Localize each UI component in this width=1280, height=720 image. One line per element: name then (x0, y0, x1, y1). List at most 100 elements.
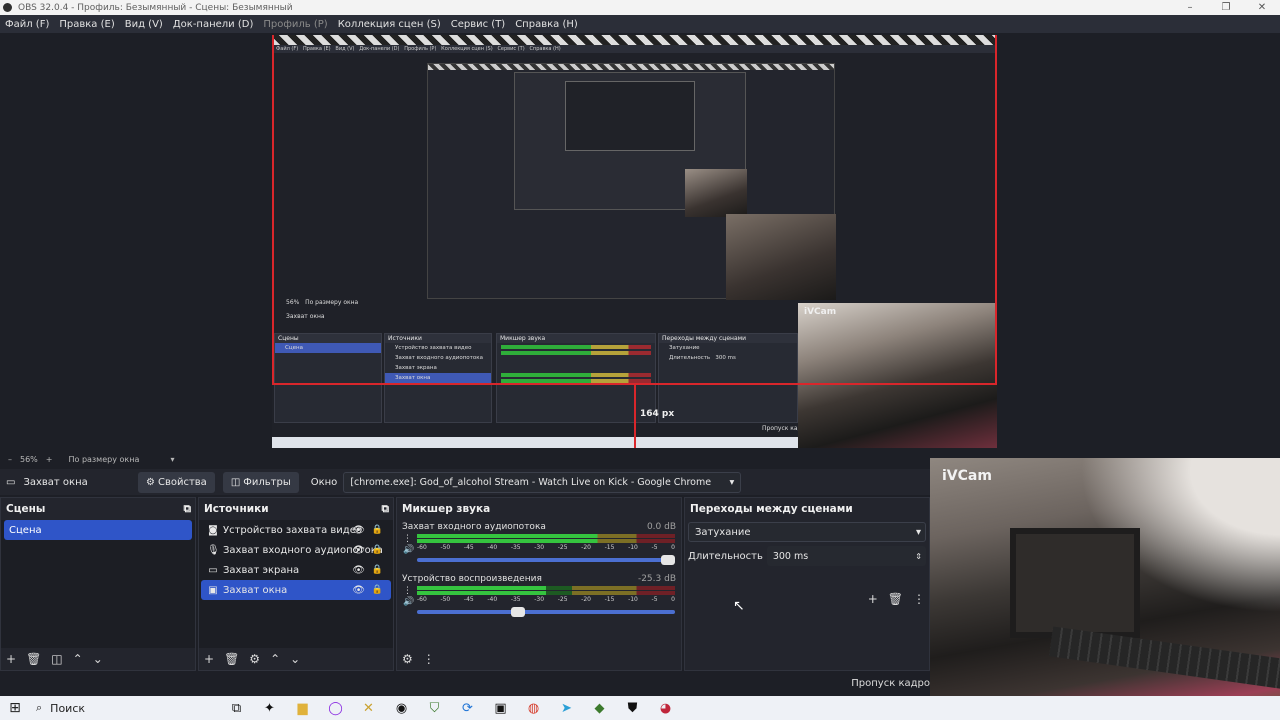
maximize-button[interactable]: ❐ (1208, 0, 1244, 15)
eye-icon[interactable]: 👁 (352, 525, 365, 536)
menu-file[interactable]: Файл (F) (5, 19, 49, 30)
zoom-fit-select[interactable]: По размеру окна ▾ (60, 455, 178, 464)
lock-icon[interactable]: 🔒 (372, 565, 383, 575)
speaker-icon[interactable]: 🔊 (403, 597, 414, 607)
app-icon[interactable]: ⛉ (418, 701, 451, 716)
menu-view[interactable]: Вид (V) (125, 19, 163, 30)
scene-filters-button[interactable]: ◫ (51, 652, 62, 666)
menu-docks[interactable]: Док-панели (D) (173, 19, 254, 30)
window-icon: ▣ (208, 584, 218, 596)
dock-float-icon[interactable]: ⧉ (184, 503, 192, 516)
captured-transitions-dock: Переходы между сценами Затухание Длитель… (658, 333, 798, 423)
captured-scenes-dock: Сцены Сцена (274, 333, 382, 423)
meter-tick-label: -15 (604, 544, 615, 551)
duration-spinbox[interactable]: 300 ms ⇕ (766, 546, 926, 566)
window-select[interactable]: [chrome.exe]: God_of_alcohol Stream - Wa… (343, 471, 742, 493)
kebab-menu-icon[interactable]: ⋮ (403, 534, 412, 544)
telegram-icon[interactable]: ➤ (550, 701, 583, 716)
mouse-cursor-icon: ↖ (733, 598, 745, 614)
webcam-label: iVCam (942, 468, 992, 484)
scenes-dock: Сцены ⧉ Сцена + 🗑 ◫ ⌃ ⌄ (0, 497, 196, 671)
window-title: OBS 32.0.4 - Профиль: Безымянный - Сцены… (18, 2, 293, 13)
eye-icon[interactable]: 👁 (352, 585, 365, 596)
lock-icon[interactable]: 🔒 (372, 585, 383, 595)
windows-start-icon[interactable]: ⊞ (0, 700, 30, 716)
meter-bar (417, 539, 675, 543)
widget-icon[interactable]: ✦ (253, 701, 286, 716)
taskbar-search[interactable]: ⌕ Поиск (30, 701, 220, 715)
lock-icon[interactable]: 🔒 (372, 525, 383, 535)
spin-arrows-icon[interactable]: ⇕ (915, 552, 922, 561)
preview-canvas[interactable]: Файл (F) Правка (E) Вид (V) Док-панели (… (272, 35, 997, 448)
file-explorer-icon[interactable]: ▆ (286, 701, 319, 716)
preview-area[interactable]: Файл (F) Правка (E) Вид (V) Док-панели (… (0, 33, 1280, 451)
app-icon[interactable]: ✕ (352, 701, 385, 716)
sources-dock: Источники ⧉ ◙ Устройство захвата видео 👁… (198, 497, 394, 671)
add-scene-button[interactable]: + (6, 652, 16, 666)
app-icon[interactable]: ◕ (649, 701, 682, 716)
kebab-menu-icon[interactable]: ⋮ (913, 592, 925, 606)
menu-edit[interactable]: Правка (E) (59, 19, 114, 30)
menu-tools[interactable]: Сервис (T) (451, 19, 505, 30)
app-icon[interactable]: ◆ (583, 701, 616, 716)
transition-select[interactable]: Затухание ▾ (688, 522, 926, 542)
selection-right-edge (995, 35, 997, 385)
app-icon[interactable]: ◯ (319, 701, 352, 716)
filters-button[interactable]: ◫ Фильтры (222, 471, 299, 493)
eye-icon[interactable]: 👁 (352, 565, 365, 576)
minimize-button[interactable]: – (1172, 0, 1208, 15)
kebab-menu-icon[interactable]: ⋮ (423, 652, 435, 666)
advanced-audio-icon[interactable]: ⚙ (402, 652, 413, 666)
fader-knob[interactable] (511, 607, 526, 617)
chevron-down-icon: ▾ (170, 455, 175, 464)
window-icon: ▭ (6, 476, 16, 488)
speaker-icon[interactable]: 🔊 (403, 545, 414, 555)
zoom-out-button[interactable]: – (8, 455, 12, 464)
menu-help[interactable]: Справка (H) (515, 19, 578, 30)
remove-source-button[interactable]: 🗑 (224, 652, 239, 666)
source-properties-button[interactable]: ⚙ (249, 652, 260, 666)
meter-tick-label: -45 (463, 596, 474, 603)
source-item-screen-capture[interactable]: ▭ Захват экрана 👁 🔒 (201, 560, 391, 580)
task-view-icon[interactable]: ⧉ (220, 701, 253, 716)
remove-scene-button[interactable]: 🗑 (26, 652, 41, 666)
obs-icon[interactable]: ◉ (385, 701, 418, 716)
meter-tick-label: -30 (534, 596, 545, 603)
source-item-window-capture[interactable]: ▣ Захват окна 👁 🔒 (201, 580, 391, 600)
mixer-channel: Устройство воспроизведения -25.3 dB ⋮ 🔊 -6… (397, 572, 681, 624)
add-source-button[interactable]: + (204, 652, 214, 666)
lock-icon[interactable]: 🔒 (372, 545, 383, 555)
close-button[interactable]: ✕ (1244, 0, 1280, 15)
meter-tick-label: -35 (510, 596, 521, 603)
transitions-title: Переходы между сценами (690, 503, 853, 515)
add-transition-button[interactable]: + (868, 592, 878, 606)
move-down-button[interactable]: ⌄ (93, 652, 103, 666)
app-icon[interactable]: ⟳ (451, 701, 484, 716)
webcam-overlay: iVCam (930, 458, 1280, 720)
source-item-audio-input[interactable]: 🎙 Захват входного аудиопотока 👁 🔒 (201, 540, 391, 560)
captured-taskbar (272, 437, 798, 448)
move-down-button[interactable]: ⌄ (290, 652, 300, 666)
eye-icon[interactable]: 👁 (352, 545, 365, 556)
app-icon[interactable]: ▣ (484, 701, 517, 716)
chrome-icon[interactable]: ◍ (517, 701, 550, 716)
menu-bar: Файл (F) Правка (E) Вид (V) Док-панели (… (0, 15, 1280, 33)
remove-transition-button[interactable]: 🗑 (888, 592, 903, 606)
zoom-in-button[interactable]: + (46, 455, 53, 464)
meter-tick-label: -25 (557, 596, 568, 603)
fader-knob[interactable] (661, 555, 675, 565)
move-up-button[interactable]: ⌃ (270, 652, 280, 666)
properties-button[interactable]: ⚙ Свойства (138, 471, 215, 493)
app-icon[interactable]: ⛊ (616, 701, 649, 716)
status-bar: Пропуск кадро (0, 672, 930, 696)
move-up-button[interactable]: ⌃ (73, 652, 83, 666)
scene-item[interactable]: Сцена (4, 520, 192, 540)
kebab-menu-icon[interactable]: ⋮ (403, 586, 412, 596)
source-item-video-capture[interactable]: ◙ Устройство захвата видео 👁 🔒 (201, 520, 391, 540)
source-toolbar: ▭ Захват окна ⚙ Свойства ◫ Фильтры Окно … (0, 469, 930, 495)
volume-slider[interactable] (417, 555, 675, 565)
volume-slider[interactable] (417, 607, 675, 617)
captured-mixer-dock: Микшер звука (496, 333, 656, 423)
dock-float-icon[interactable]: ⧉ (382, 503, 390, 516)
menu-scene-collection[interactable]: Коллекция сцен (S) (338, 19, 441, 30)
